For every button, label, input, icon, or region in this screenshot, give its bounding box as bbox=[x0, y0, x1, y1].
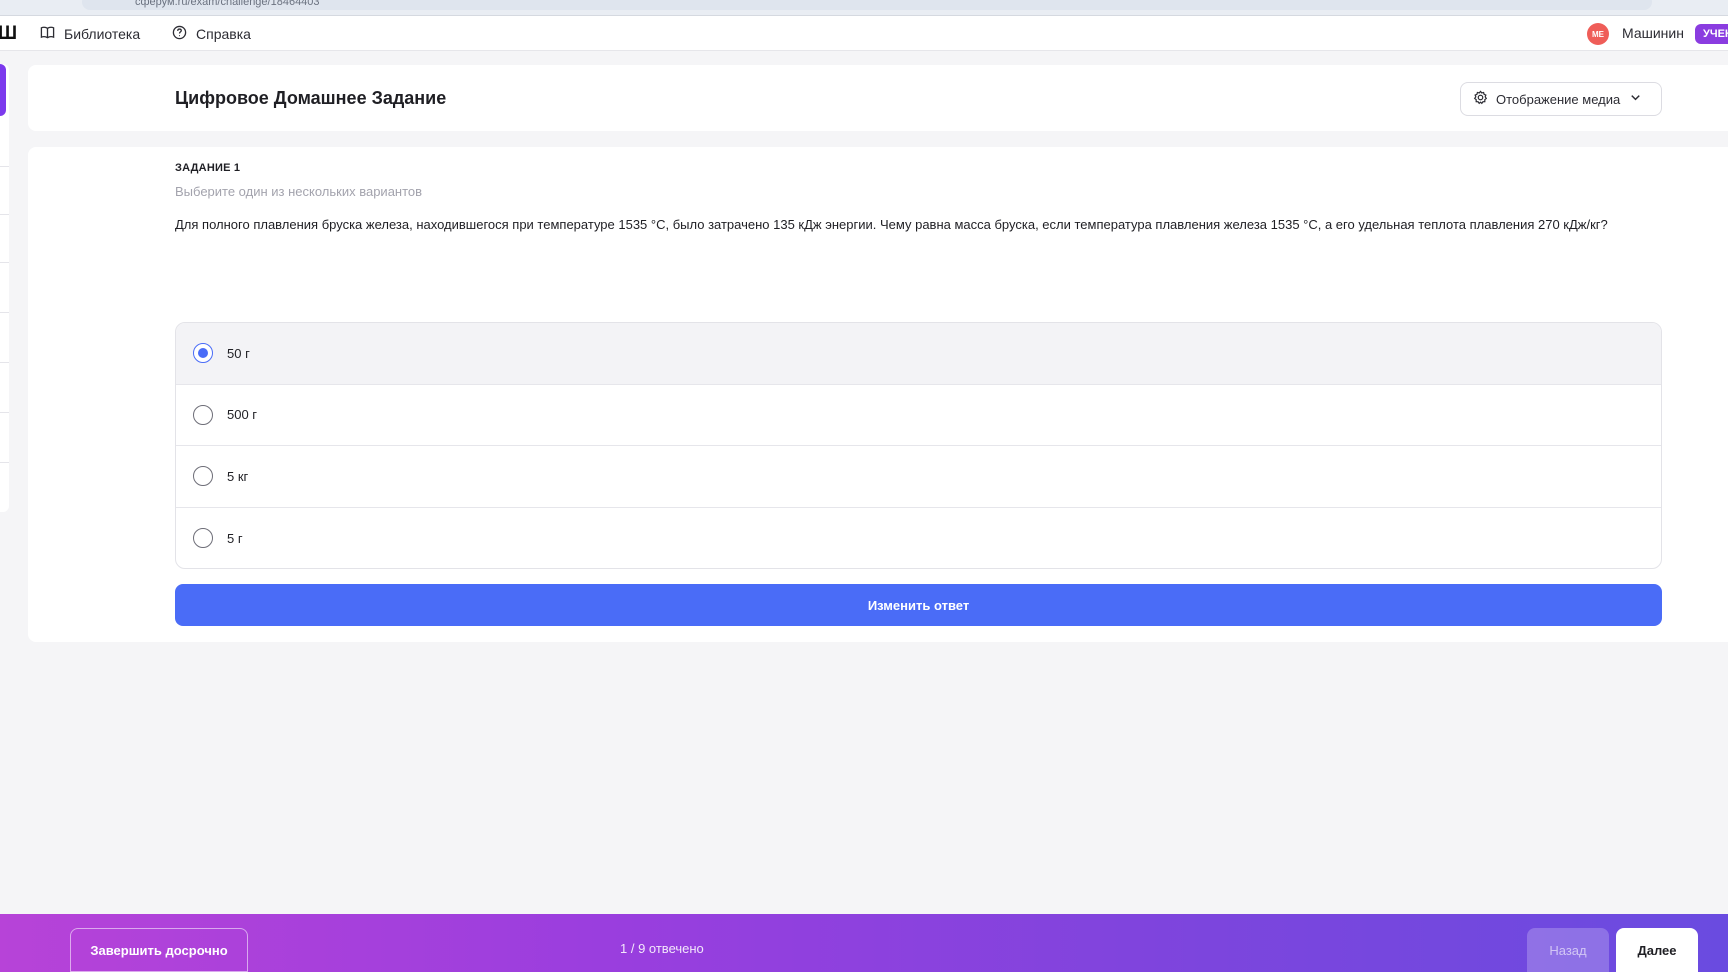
answer-option[interactable]: 50 г bbox=[176, 323, 1661, 385]
url-text: сферум.ru/exam/challenge/18464403 bbox=[135, 0, 320, 8]
answer-options: 50 г 500 г 5 кг 5 г bbox=[175, 322, 1662, 569]
left-sidebar-rail bbox=[0, 64, 9, 512]
answer-option-label: 50 г bbox=[227, 345, 250, 361]
question-circle-icon bbox=[172, 25, 187, 43]
answer-option[interactable]: 5 кг bbox=[176, 446, 1661, 508]
task-hint: Выберите один из нескольких вариантов bbox=[175, 184, 423, 199]
answer-option-label: 5 г bbox=[227, 530, 243, 546]
answer-option-label: 500 г bbox=[227, 407, 258, 423]
sidebar-divider bbox=[0, 462, 9, 463]
user-name[interactable]: Машинин bbox=[1622, 25, 1684, 41]
progress-counter: 1 / 9 отвечено bbox=[620, 941, 704, 956]
task-number: ЗАДАНИЕ 1 bbox=[175, 162, 241, 174]
chevron-down-icon bbox=[1628, 90, 1643, 108]
top-navigation: Ш Библиотека Справка МЕ Машинин УЧЕН bbox=[0, 16, 1728, 51]
radio-unselected[interactable] bbox=[193, 404, 213, 425]
header-card: Цифровое Домашнее Задание Отображение ме… bbox=[28, 65, 1728, 131]
book-icon bbox=[40, 25, 55, 43]
avatar[interactable]: МЕ bbox=[1587, 23, 1609, 45]
page-title: Цифровое Домашнее Задание bbox=[175, 88, 447, 108]
radio-unselected[interactable] bbox=[193, 528, 213, 549]
next-button[interactable]: Далее bbox=[1616, 928, 1698, 972]
media-display-dropdown[interactable]: Отображение медиа bbox=[1460, 82, 1662, 116]
sidebar-divider bbox=[0, 312, 9, 313]
sidebar-active-indicator bbox=[0, 64, 6, 116]
answer-option[interactable]: 500 г bbox=[176, 385, 1661, 446]
gear-icon bbox=[1473, 90, 1488, 108]
finish-early-button[interactable]: Завершить досрочно bbox=[70, 928, 248, 972]
sidebar-divider bbox=[0, 166, 9, 167]
nav-help-link[interactable]: Справка bbox=[172, 16, 251, 51]
radio-dot bbox=[198, 348, 208, 359]
sidebar-divider bbox=[0, 362, 9, 363]
sidebar-divider bbox=[0, 262, 9, 263]
answer-option-label: 5 кг bbox=[227, 468, 249, 484]
nav-library-label: Библиотека bbox=[64, 25, 141, 42]
sidebar-divider bbox=[0, 412, 9, 413]
radio-selected[interactable] bbox=[193, 343, 213, 364]
footer-bar: Завершить досрочно 1 / 9 отвечено Назад … bbox=[0, 914, 1728, 972]
question-text: Для полного плавления бруска железа, нах… bbox=[175, 217, 1608, 232]
answer-option[interactable]: 5 г bbox=[176, 508, 1661, 569]
role-badge: УЧЕН bbox=[1695, 24, 1728, 44]
radio-unselected[interactable] bbox=[193, 466, 213, 487]
app-logo[interactable]: Ш bbox=[0, 23, 17, 45]
change-answer-button[interactable]: Изменить ответ bbox=[175, 584, 1662, 626]
nav-library-link[interactable]: Библиотека bbox=[40, 16, 140, 51]
task-card: ЗАДАНИЕ 1 Выберите один из нескольких ва… bbox=[28, 147, 1728, 642]
back-button[interactable]: Назад bbox=[1527, 928, 1609, 972]
sidebar-divider bbox=[0, 214, 9, 215]
media-display-label: Отображение медиа bbox=[1496, 91, 1621, 107]
browser-address-bar: сферум.ru/exam/challenge/18464403 bbox=[0, 0, 1728, 16]
nav-help-label: Справка bbox=[196, 25, 251, 42]
